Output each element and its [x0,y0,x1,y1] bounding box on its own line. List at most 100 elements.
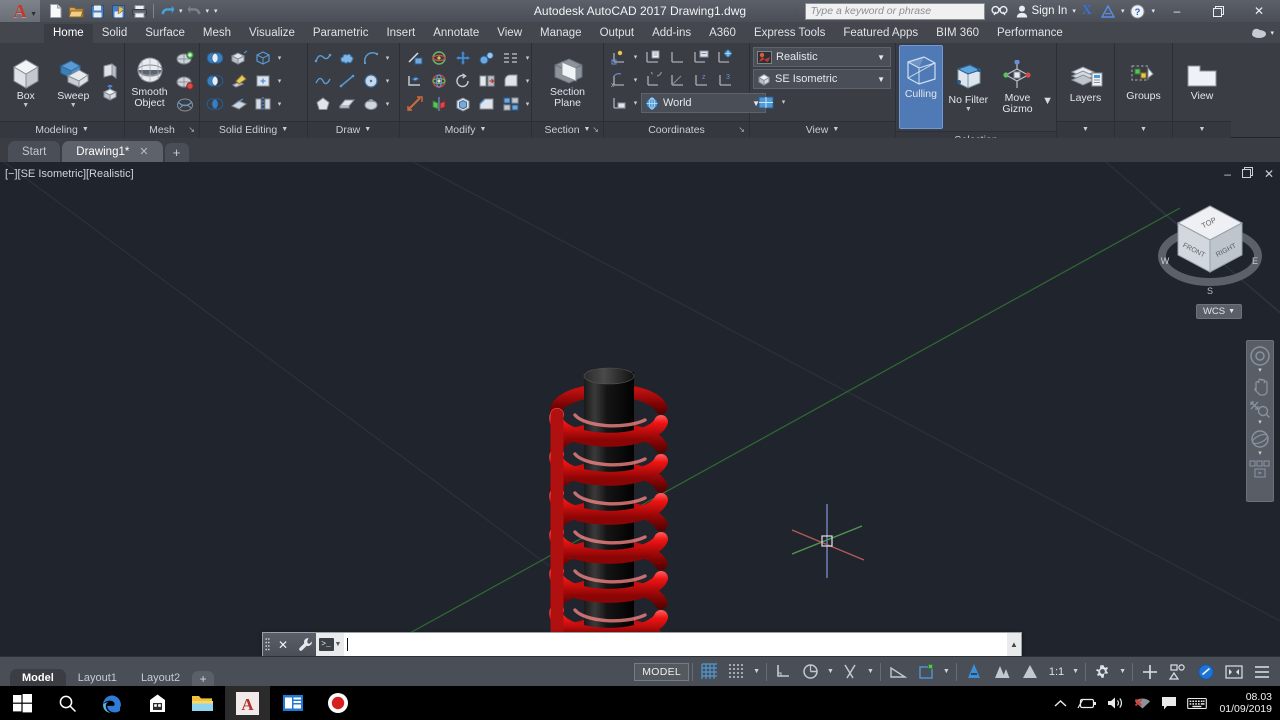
gizmo-dropdown-icon[interactable]: ▼ [1042,95,1053,129]
gradient-icon[interactable] [359,93,382,115]
chevron-down-icon[interactable]: ▼ [1140,122,1147,138]
polygon-icon[interactable] [311,93,334,115]
ribbon-tab-annotate[interactable]: Annotate [424,24,488,43]
osnap-dropdown-icon[interactable]: ▼ [864,668,877,675]
circle-dropdown-icon[interactable]: ▾ [383,70,392,92]
sweep-button[interactable]: Sweep ▼ [51,54,97,111]
document-tab-drawing1[interactable]: Drawing1* ✕ [62,141,163,162]
ucs-3point-dropdown-icon[interactable]: ▾ [631,69,640,91]
layout-tab-model[interactable]: Model [10,668,66,687]
ucs-3point-icon[interactable]: X [607,69,630,91]
view-utility-panel-label[interactable]: ▼ [1173,121,1231,138]
orbit-dropdown-icon[interactable]: ▾ [1258,450,1262,458]
edge-browser-button[interactable] [90,686,135,720]
ortho-mode-toggle[interactable] [770,660,797,684]
command-line-customize-button[interactable] [294,633,316,656]
arc-dropdown-icon[interactable]: ▾ [383,47,392,69]
pan-button[interactable] [1247,376,1273,398]
ribbon-tab-manage[interactable]: Manage [531,24,591,43]
solid-editing-panel-label[interactable]: Solid Editing ▼ [200,121,307,138]
refine-mesh-icon[interactable] [173,48,196,70]
action-center-icon[interactable] [1161,696,1177,710]
isolate-objects-toggle[interactable] [1164,660,1192,684]
circle-icon[interactable] [359,70,382,92]
section-plane-button[interactable]: Section Plane [537,54,599,111]
extrude-faces-icon[interactable] [227,47,250,69]
culling-button[interactable]: Culling [899,45,943,129]
showmotion-button[interactable] [1247,459,1273,479]
workspace-switching-button[interactable] [1089,660,1116,684]
snap-dropdown-icon[interactable]: ▼ [750,668,763,675]
grid-display-toggle[interactable] [696,660,723,684]
offset-dropdown-icon[interactable]: ▾ [523,93,532,115]
ribbon-tab-insert[interactable]: Insert [377,24,424,43]
polyline-icon[interactable] [311,47,334,69]
help-dropdown-icon[interactable]: ▾ [1151,7,1155,15]
ribbon-tab-home[interactable]: Home [44,24,93,43]
chevron-down-icon[interactable]: ▼ [877,75,888,84]
news-app-button[interactable] [270,686,315,720]
viewport-config-icon[interactable] [755,91,778,113]
qat-customize-icon[interactable]: ▾ [211,7,218,15]
undo-icon[interactable] [158,2,177,20]
ucs-y-icon[interactable]: z [689,69,712,91]
help-icon[interactable]: ? [1127,1,1148,21]
section-panel-label[interactable]: Section ▼ ↘ [532,121,603,138]
autodesk-account-icon[interactable] [1098,1,1118,21]
box-dropdown-icon[interactable]: ▼ [22,102,29,109]
union-icon[interactable] [203,47,226,69]
ucs-icon[interactable] [607,46,630,68]
coordinates-panel-label[interactable]: Coordinates ↘ [604,121,749,138]
steering-wheel-dropdown-icon[interactable]: ▾ [1258,367,1262,375]
intersect-icon[interactable] [203,93,226,115]
polar-dropdown-icon[interactable]: ▼ [824,668,837,675]
volume-icon[interactable] [1107,696,1124,710]
clean-screen-toggle[interactable] [1192,660,1220,684]
ribbon-tab-output[interactable]: Output [591,24,644,43]
chevron-down-icon[interactable]: ▼ [584,122,591,138]
taper-faces-icon[interactable] [227,70,250,92]
fillet-dropdown-icon[interactable]: ▾ [523,70,532,92]
ucs-world-icon[interactable] [665,46,688,68]
spring-model-3d[interactable] [0,162,1280,656]
ucs-combo[interactable]: World ▼ [641,93,766,113]
fullscreen-toggle[interactable] [1220,660,1248,684]
annotation-visibility-toggle[interactable] [960,660,988,684]
window-restore-button[interactable] [1199,0,1237,22]
slice-icon[interactable] [251,93,274,115]
chevron-down-icon[interactable]: ▼ [1082,122,1089,138]
extract-edges-icon[interactable] [251,47,274,69]
save-as-icon[interactable] [109,2,128,20]
draw-panel-label[interactable]: Draw ▼ [308,121,399,138]
shell-icon[interactable] [451,93,474,115]
snap-mode-toggle[interactable] [723,660,750,684]
imprint-dropdown-icon[interactable]: ▾ [275,70,284,92]
chevron-down-icon[interactable]: ▼ [364,122,371,138]
annotation-scale-value[interactable]: 1:1 [1044,660,1069,684]
3d-array-icon[interactable] [499,47,522,69]
zoom-dropdown-icon[interactable]: ▾ [1258,419,1262,427]
open-file-icon[interactable] [67,2,86,20]
application-menu-button[interactable]: A ▼ [0,0,40,22]
box-button[interactable]: Box ▼ [3,54,49,111]
imprint-icon[interactable] [251,70,274,92]
object-snap-toggle[interactable] [837,660,864,684]
save-file-icon[interactable] [88,2,107,20]
autoscale-toggle[interactable] [988,660,1016,684]
ribbon-tab-featured-apps[interactable]: Featured Apps [834,24,927,43]
dialog-launcher-icon[interactable]: ↘ [188,122,195,138]
groups-button[interactable]: Groups [1118,60,1169,104]
workspace-dropdown-icon[interactable]: ▼ [1116,668,1129,675]
chevron-down-icon[interactable]: ▼ [1199,122,1206,138]
new-file-icon[interactable] [46,2,65,20]
ucs-view-icon[interactable] [713,46,736,68]
fillet-edge-icon[interactable] [499,70,522,92]
undo-dropdown-icon[interactable]: ▾ [179,7,183,15]
revision-cloud-icon[interactable] [335,47,358,69]
microsoft-store-button[interactable] [135,686,180,720]
chevron-down-icon[interactable]: ▼ [1228,308,1235,315]
account-dropdown-icon[interactable]: ▾ [1121,7,1125,15]
annotation-scale-toggle[interactable] [1016,660,1044,684]
taskbar-clock[interactable]: 08.03 01/09/2019 [1217,691,1272,715]
delete-faces-icon[interactable] [227,93,250,115]
